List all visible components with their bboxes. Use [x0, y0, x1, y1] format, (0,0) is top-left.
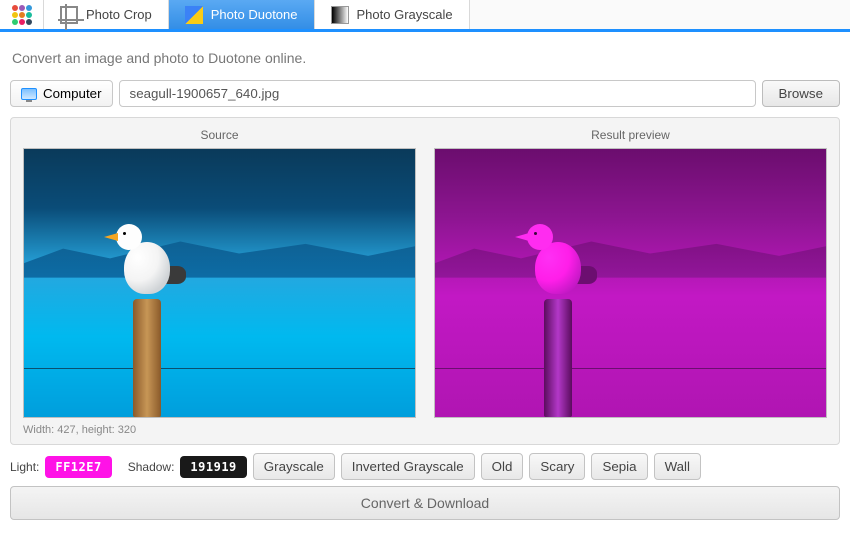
result-column: Result preview: [434, 128, 827, 436]
preset-scary[interactable]: Scary: [529, 453, 585, 480]
result-heading: Result preview: [434, 128, 827, 142]
tab-label: Photo Grayscale: [357, 7, 453, 22]
app-logo[interactable]: [0, 0, 44, 29]
color-grid-icon: [12, 5, 32, 25]
main-content: Convert an image and photo to Duotone on…: [0, 32, 850, 528]
source-computer-button[interactable]: Computer: [10, 80, 113, 107]
image-dimensions: Width: 427, height: 320: [23, 424, 416, 436]
source-heading: Source: [23, 128, 416, 142]
preset-sepia[interactable]: Sepia: [591, 453, 647, 480]
browse-button[interactable]: Browse: [762, 80, 840, 107]
tab-photo-duotone[interactable]: Photo Duotone: [169, 0, 315, 29]
page-subtitle: Convert an image and photo to Duotone on…: [12, 50, 840, 66]
light-label: Light:: [10, 460, 39, 474]
source-button-label: Computer: [43, 86, 102, 101]
crop-icon: [60, 6, 78, 24]
preset-old[interactable]: Old: [481, 453, 524, 480]
preset-inverted-grayscale[interactable]: Inverted Grayscale: [341, 453, 475, 480]
tab-photo-crop[interactable]: Photo Crop: [44, 0, 169, 29]
preset-wall[interactable]: Wall: [654, 453, 701, 480]
filename-input[interactable]: [119, 80, 756, 107]
tab-bar: Photo Crop Photo Duotone Photo Grayscale: [0, 0, 850, 32]
convert-download-button[interactable]: Convert & Download: [10, 486, 840, 520]
light-color-chip[interactable]: FF12E7: [45, 456, 111, 478]
tab-label: Photo Crop: [86, 7, 152, 22]
duotone-controls: Light: FF12E7 Shadow: 191919 Grayscale I…: [10, 453, 840, 480]
file-row: Computer Browse: [10, 80, 840, 107]
shadow-label: Shadow:: [128, 460, 175, 474]
preview-panel: Source Width: 427, height: 320 Result pr…: [10, 117, 840, 445]
monitor-icon: [21, 88, 37, 100]
source-column: Source Width: 427, height: 320: [23, 128, 416, 436]
duotone-icon: [185, 6, 203, 24]
tab-photo-grayscale[interactable]: Photo Grayscale: [315, 0, 470, 29]
shadow-color-chip[interactable]: 191919: [180, 456, 246, 478]
source-image: [23, 148, 416, 418]
grayscale-icon: [331, 6, 349, 24]
result-image: [434, 148, 827, 418]
tab-label: Photo Duotone: [211, 7, 298, 22]
preset-grayscale[interactable]: Grayscale: [253, 453, 335, 480]
